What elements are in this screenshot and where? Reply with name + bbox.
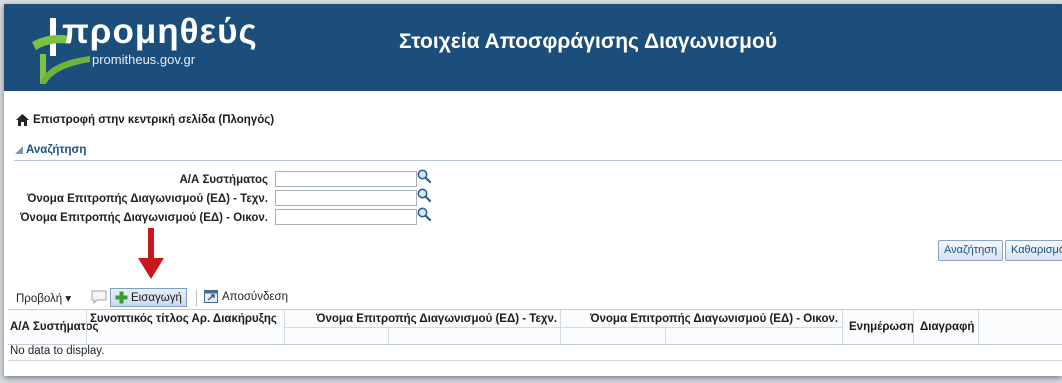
committee-tech-input[interactable] — [275, 190, 417, 206]
empty-table-message: No data to display. — [10, 345, 105, 357]
view-menu[interactable]: Προβολή ▾ — [16, 291, 71, 305]
divider — [8, 360, 1062, 361]
field-label-committee-tech: Όνομα Επιτροπής Διαγωνισμού (ΕΔ) - Τεχν. — [26, 193, 268, 205]
column-divider — [284, 327, 560, 328]
search-section-header[interactable]: Αναζήτηση — [15, 144, 86, 156]
logo-subtext: promitheus.gov.gr — [92, 52, 196, 67]
insert-button[interactable]: Εισαγωγή — [110, 288, 187, 307]
column-divider — [842, 310, 843, 344]
column-divider — [913, 310, 914, 344]
clear-button[interactable]: Καθαρισμό — [1005, 240, 1062, 261]
add-icon — [115, 291, 128, 304]
column-header-update: Ενημέρωση — [849, 321, 915, 333]
column-header-title[interactable]: Συνοπτικός τίτλος Αρ. Διακήρυξης — [90, 313, 280, 326]
search-button[interactable]: Αναζήτηση — [938, 240, 1004, 261]
annotation-arrow-icon — [138, 228, 164, 279]
comment-icon — [91, 290, 107, 304]
detach-icon — [204, 290, 218, 303]
column-header-delete: Διαγραφή — [920, 321, 975, 333]
toolbar: Προβολή ▾ Εισαγωγή Αποσύνδεση — [8, 287, 1062, 309]
divider — [14, 160, 1062, 161]
back-to-home-link[interactable]: Επιστροφή στην κεντρική σελίδα (Πλοηγός) — [16, 114, 274, 126]
column-divider — [86, 310, 87, 344]
column-header-committee-tech[interactable]: Όνομα Επιτροπής Διαγωνισμού (ΕΔ) - Τεχν. — [316, 313, 557, 326]
logo-text: προμηθεύς — [62, 12, 258, 51]
search-section-title: Αναζήτηση — [26, 144, 87, 156]
column-divider — [560, 327, 842, 328]
field-label-system-id: Α/Α Συστήματος — [179, 174, 268, 186]
system-id-input[interactable] — [275, 171, 417, 187]
column-header-committee-econ[interactable]: Όνομα Επιτροπής Διαγωνισμού (ΕΔ) - Οικον… — [590, 313, 838, 326]
app-window: προμηθεύς promitheus.gov.gr Στοιχεία Απο… — [4, 4, 1062, 376]
header-bar: προμηθεύς promitheus.gov.gr Στοιχεία Απο… — [4, 4, 1062, 91]
results-table-header: Α/Α Συστήματος Συνοπτικός τίτλος Αρ. Δια… — [8, 309, 1062, 345]
column-divider — [665, 327, 666, 344]
disconnect-button[interactable]: Αποσύνδεση — [204, 290, 288, 303]
column-divider — [388, 327, 389, 344]
toolbar-separator — [196, 290, 197, 306]
search-icon[interactable] — [417, 169, 431, 183]
back-link-label: Επιστροφή στην κεντρική σελίδα (Πλοηγός) — [33, 114, 275, 126]
column-divider — [978, 310, 979, 344]
collapse-triangle-icon — [15, 146, 23, 154]
home-icon — [16, 114, 29, 126]
page-title: Στοιχεία Αποσφράγισης Διαγωνισμού — [399, 30, 778, 53]
insert-label: Εισαγωγή — [131, 291, 182, 304]
search-icon[interactable] — [417, 207, 431, 221]
field-label-committee-econ: Όνομα Επιτροπής Διαγωνισμού (ΕΔ) - Οικον… — [19, 212, 268, 224]
disconnect-label: Αποσύνδεση — [222, 290, 288, 303]
search-icon[interactable] — [417, 188, 431, 202]
committee-econ-input[interactable] — [275, 209, 417, 225]
